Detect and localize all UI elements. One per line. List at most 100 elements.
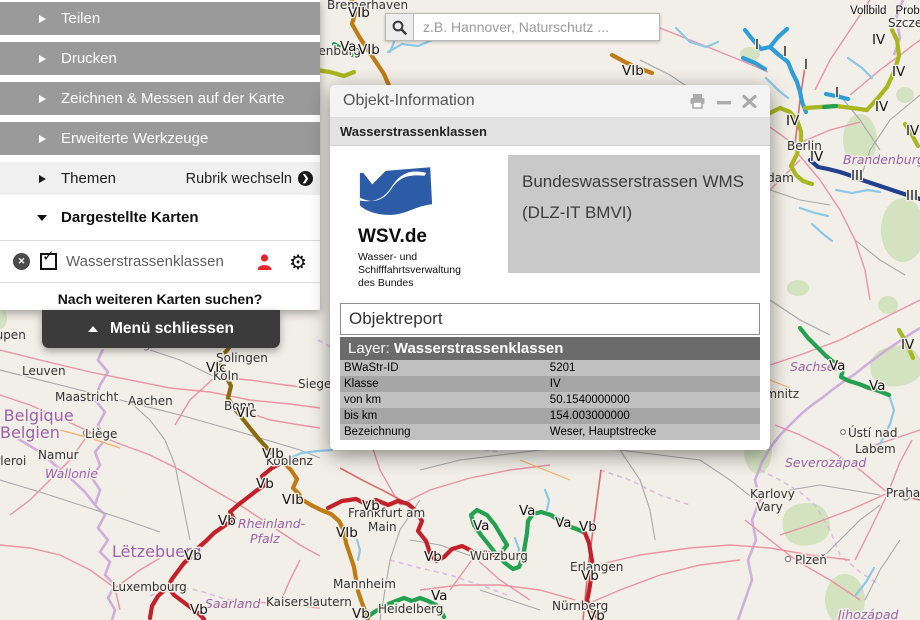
chevron-right-icon <box>39 15 46 23</box>
map-waterway-class-label: Vb <box>352 606 370 620</box>
chevron-right-icon <box>39 135 46 143</box>
displayed-maps-header[interactable]: Dargestellte Karten <box>0 195 320 241</box>
report-row-value: 154.003000000 <box>546 408 760 424</box>
report-row: BezeichnungWeser, Hauptstrecke <box>340 424 760 440</box>
map-waterway-class-label: Vb <box>362 498 380 514</box>
map-region-label: Rheinland- <box>238 516 306 531</box>
chevron-right-icon <box>39 175 46 183</box>
map-city-label: Charleroi <box>0 454 26 468</box>
wsv-logo-subtitle: Wasser- und Schifffahrtsverwaltung des B… <box>358 251 508 290</box>
map-waterway-class-label: VIb <box>262 446 284 462</box>
menu-item[interactable]: Erweiterte Werkzeuge <box>0 122 320 155</box>
report-layer-bar: Layer: Wasserstrassenklassen <box>340 337 760 360</box>
map-waterway-class-label: Vb <box>256 476 274 492</box>
wsv-logo-mark <box>358 166 434 216</box>
map-waterway-class-label: Va <box>519 503 535 519</box>
dialog-subtitle: Wasserstrassenklassen <box>330 118 770 146</box>
map-waterway-class-label: VIb <box>282 492 304 508</box>
map-waterway-class-label: IV <box>810 149 824 165</box>
change-category-link[interactable]: Rubrik wechseln ❯ <box>186 171 313 187</box>
map-waterway-class-label: VIc <box>236 405 257 421</box>
map-city-label: Labem <box>855 442 896 456</box>
map-waterway-class-label: I <box>783 44 787 60</box>
close-menu-button[interactable]: Menü schliessen <box>42 310 280 348</box>
dialog-titlebar[interactable]: Objekt-Information <box>330 85 770 118</box>
report-row-value: 50.1540000000 <box>546 392 760 408</box>
map-waterway-class-label: Va <box>829 358 845 374</box>
map-waterway-class-label: Va <box>869 378 885 394</box>
arrow-circle-icon: ❯ <box>298 171 313 186</box>
map-city-label: Namur <box>38 448 79 462</box>
map-waterway-class-label: I <box>804 57 808 73</box>
report-row-label: BWaStr-ID <box>340 360 546 376</box>
minimize-icon[interactable] <box>717 93 731 109</box>
map-waterway-class-label: VIb <box>622 63 644 79</box>
chevron-right-icon <box>39 95 46 103</box>
map-waterway-class-label: IV <box>901 337 915 353</box>
chevron-right-icon <box>39 55 46 63</box>
map-waterway-class-label: III <box>851 168 863 184</box>
map-waterway-class-label: I <box>835 85 839 101</box>
map-region-label: Brandenburg <box>843 152 920 167</box>
map-waterway-class-label: Va <box>555 515 571 531</box>
chevron-up-icon <box>88 326 98 332</box>
service-name: Bundeswasserstrassen WMS (DLZ-IT BMVI) <box>508 155 760 273</box>
map-city-label: Eupen <box>0 328 26 342</box>
report-layer-name: Wasserstrassenklassen <box>394 340 564 357</box>
search-input[interactable] <box>413 13 660 41</box>
map-waterway-class-label: VIc <box>206 360 227 376</box>
map-region-label: Pfalz <box>250 531 280 546</box>
object-report-heading: Objektreport <box>340 303 760 335</box>
menu-item-label: Themen <box>61 170 116 187</box>
map-city-label: Kaiserslautern <box>266 595 352 609</box>
wsv-logo: WSV.de Wasser- und Schifffahrtsverwaltun… <box>340 155 508 290</box>
print-icon[interactable] <box>689 93 706 109</box>
map-city-label: Liège <box>85 427 117 441</box>
dialog-title: Objekt-Information <box>343 92 475 110</box>
map-waterway-class-label: VIb <box>336 525 358 541</box>
menu-item-themen[interactable]: Themen Rubrik wechseln ❯ <box>0 162 320 195</box>
menu-item[interactable]: Teilen <box>0 2 320 35</box>
map-city-label: Leuven <box>22 364 66 378</box>
report-row: von km50.1540000000 <box>340 392 760 408</box>
layer-checkbox[interactable]: ✓ <box>40 253 57 270</box>
change-category-label: Rubrik wechseln <box>186 171 292 187</box>
map-waterway-class-label: Vb <box>587 608 605 620</box>
map-waterway-class-label: IV <box>906 123 920 139</box>
map-country-label: Belgien <box>0 423 60 442</box>
map-waterway-class-label: Va <box>431 588 447 604</box>
menu-item[interactable]: Drucken <box>0 42 320 75</box>
map-waterway-class-label: Vb <box>218 513 236 529</box>
map-region-label: Wallonie <box>45 466 98 481</box>
search-more-maps-link[interactable]: Nach weiteren Karten suchen? <box>0 283 320 307</box>
map-waterway-class-label: Vb <box>424 549 442 565</box>
gear-icon[interactable]: ⚙ <box>289 252 307 272</box>
map-city-label: Plzeň <box>795 553 827 567</box>
map-waterway-class-label: IV <box>786 113 800 129</box>
map-top-links: Vollbild Probleme melden <box>850 5 920 17</box>
report-row-label: Bezeichnung <box>340 424 546 440</box>
search-icon[interactable] <box>385 13 413 41</box>
report-row-value: Weser, Hauptstrecke <box>546 424 760 440</box>
map-waterway-class-label: IV <box>892 64 906 80</box>
menu-item-label: Drucken <box>61 50 117 67</box>
map-waterway-class-label: VIb <box>348 5 370 21</box>
map-city-label: Aachen <box>128 394 173 408</box>
map-city-label: Vary <box>756 500 783 514</box>
dialog-controls <box>689 93 757 109</box>
fullscreen-link[interactable]: Vollbild <box>850 5 886 17</box>
menu-item[interactable]: Zeichnen & Messen auf der Karte <box>0 82 320 115</box>
close-menu-label: Menü schliessen <box>110 320 234 338</box>
map-waterway-class-label: Vb <box>190 602 208 618</box>
user-icon[interactable] <box>256 253 273 271</box>
map-city-label: Luxembourg <box>112 580 187 594</box>
report-row: bis km154.003000000 <box>340 408 760 424</box>
menu-list: Teilen Drucken Zeichnen & Messen auf der K… <box>0 0 320 155</box>
map-waterway-class-label: Vb <box>579 519 597 535</box>
close-icon[interactable] <box>742 93 757 109</box>
map-city-label: Praha <box>886 486 920 500</box>
remove-layer-button[interactable]: ✕ <box>13 253 30 270</box>
search-bar <box>385 13 660 41</box>
menu-item-label: Zeichnen & Messen auf der Karte <box>61 90 284 107</box>
report-problem-link[interactable]: Probleme melden <box>895 5 920 17</box>
